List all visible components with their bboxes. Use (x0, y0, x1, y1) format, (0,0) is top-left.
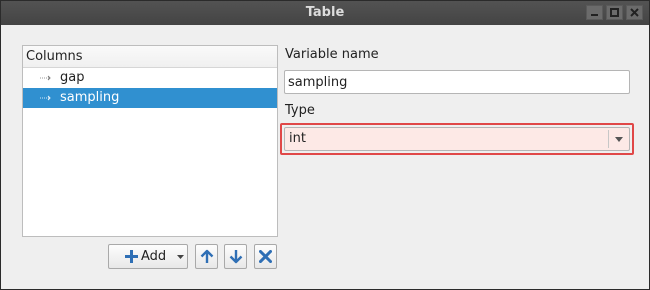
type-select-divider (608, 130, 609, 148)
window-controls (586, 5, 643, 20)
move-up-button[interactable] (195, 244, 218, 269)
close-icon (630, 8, 639, 17)
columns-list[interactable]: Columns gap sampling (22, 45, 278, 237)
add-button-label: Add (141, 249, 167, 264)
title-bar[interactable]: Table (1, 1, 649, 25)
minimize-icon (591, 14, 598, 16)
variable-icon (40, 95, 51, 101)
chevron-down-icon[interactable] (615, 137, 623, 142)
list-item-gap[interactable]: gap (23, 68, 277, 88)
type-select-value: int (289, 131, 306, 146)
table-window: Table Columns gap sampling Add Variable … (0, 0, 650, 290)
chevron-down-icon[interactable] (177, 255, 184, 259)
maximize-icon (610, 8, 619, 17)
maximize-button[interactable] (606, 5, 623, 20)
minimize-button[interactable] (586, 5, 603, 20)
plus-icon (125, 250, 138, 263)
variable-icon (40, 75, 51, 81)
list-item-label: sampling (60, 90, 120, 105)
arrow-up-icon (200, 249, 213, 263)
x-icon (259, 250, 272, 263)
variable-name-input[interactable] (284, 70, 630, 94)
move-down-button[interactable] (224, 244, 247, 269)
variable-name-label: Variable name (285, 47, 379, 62)
add-button[interactable]: Add (108, 244, 188, 269)
close-button[interactable] (626, 5, 643, 20)
type-label: Type (285, 103, 315, 118)
arrow-down-icon (229, 250, 242, 264)
delete-button[interactable] (254, 244, 277, 269)
list-item-sampling[interactable]: sampling (23, 88, 277, 108)
dialog-content: Columns gap sampling Add Variable name s… (1, 25, 649, 289)
columns-list-header: Columns (23, 46, 277, 68)
type-select[interactable]: int (284, 127, 630, 151)
list-item-label: gap (60, 70, 85, 85)
window-title: Table (305, 5, 345, 20)
